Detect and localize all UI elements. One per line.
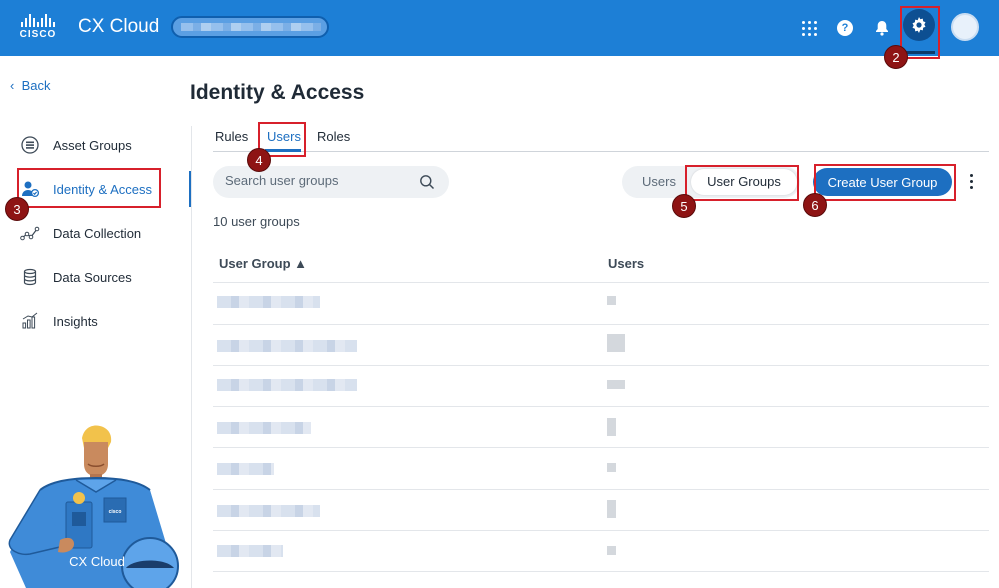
user-group-name-redacted (217, 545, 283, 557)
back-label: Back (21, 78, 51, 93)
sidebar-item-asset-groups[interactable]: Asset Groups (0, 127, 191, 163)
data-collection-icon (20, 223, 40, 243)
user-count-redacted (607, 546, 616, 555)
apps-grid-icon[interactable] (797, 16, 821, 40)
tenant-name-redacted (181, 23, 321, 31)
chevron-left-icon: ‹ (10, 78, 15, 93)
mascot-label: CX Cloud (69, 554, 125, 569)
row-divider (213, 571, 989, 572)
column-header-user-group[interactable]: User Group ▲ (219, 256, 307, 271)
top-bar: CISCO CX Cloud ? (0, 0, 999, 56)
user-count-redacted (607, 418, 616, 436)
user-group-name-redacted (217, 463, 274, 475)
table-header-divider (213, 282, 989, 283)
search-icon[interactable] (419, 174, 435, 195)
mascot-badge-text: cisco (109, 509, 122, 515)
sidebar-item-label: Insights (53, 313, 98, 329)
bell-icon[interactable] (870, 16, 894, 40)
callout-box-create-user-group (814, 164, 956, 201)
callout-badge-3: 3 (5, 197, 29, 221)
user-group-name-redacted (217, 296, 320, 308)
tab-roles[interactable]: Roles (317, 129, 350, 144)
sidebar-item-label: Data Collection (53, 225, 142, 241)
cx-cloud-mascot: cisco CX Cloud (8, 425, 179, 588)
callout-box-identity-access (17, 168, 161, 208)
avatar[interactable] (951, 13, 979, 41)
callout-box-user-groups (685, 165, 799, 201)
user-count-redacted (607, 463, 616, 472)
cisco-logo-bars (16, 14, 60, 27)
user-group-name-redacted (217, 379, 357, 391)
asset-groups-icon (20, 135, 40, 155)
row-divider (213, 489, 989, 490)
callout-badge-6: 6 (803, 193, 827, 217)
sidebar-item-data-collection[interactable]: Data Collection (0, 215, 191, 251)
sidebar-item-data-sources[interactable]: Data Sources (0, 259, 191, 295)
page-title: Identity & Access (190, 81, 365, 104)
tenant-selector[interactable] (171, 16, 329, 38)
user-count-redacted (607, 334, 625, 352)
insights-icon (20, 311, 40, 331)
sidebar-item-insights[interactable]: Insights (0, 303, 191, 339)
tab-rules[interactable]: Rules (215, 129, 248, 144)
callout-badge-2: 2 (884, 45, 908, 69)
row-divider (213, 406, 989, 407)
row-divider (213, 324, 989, 325)
column-header-users[interactable]: Users (608, 256, 644, 271)
user-group-name-redacted (217, 422, 311, 434)
tabs-divider (213, 151, 989, 152)
more-options-icon[interactable] (970, 174, 973, 189)
user-count-redacted (607, 380, 625, 389)
user-group-name-redacted (217, 340, 357, 352)
toggle-users[interactable]: Users (642, 166, 676, 198)
callout-badge-5: 5 (672, 194, 696, 218)
cisco-logo[interactable]: CISCO (16, 14, 60, 42)
search-input[interactable] (225, 173, 415, 188)
app-title: CX Cloud (78, 16, 160, 37)
sidebar-item-label: Data Sources (53, 269, 132, 285)
user-group-name-redacted (217, 505, 320, 517)
row-divider (213, 530, 989, 531)
row-divider (213, 365, 989, 366)
callout-badge-4: 4 (247, 148, 271, 172)
database-icon (20, 267, 40, 287)
user-count-redacted (607, 500, 616, 518)
cisco-logo-text: CISCO (19, 29, 57, 40)
row-divider (213, 447, 989, 448)
sidebar-item-label: Asset Groups (53, 137, 132, 153)
user-count-redacted (607, 296, 616, 305)
search-box (213, 166, 449, 198)
user-group-count: 10 user groups (213, 214, 300, 229)
help-icon[interactable]: ? (833, 16, 857, 40)
back-link[interactable]: ‹ Back (10, 78, 50, 93)
